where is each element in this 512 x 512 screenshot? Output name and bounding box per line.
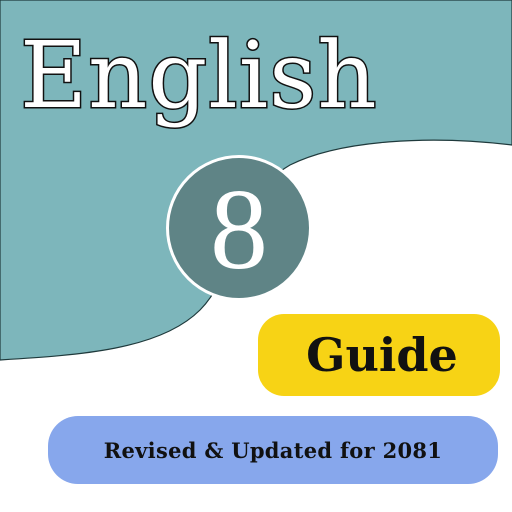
grade-circle: 8 (166, 155, 312, 301)
subtitle-label: Revised & Updated for 2081 (103, 437, 443, 463)
cover-canvas: English 8 Guide Revised & Updated for 20… (0, 0, 512, 512)
guide-label: Guide (306, 328, 458, 382)
guide-badge: Guide (258, 314, 500, 396)
subtitle-banner: Revised & Updated for 2081 (48, 416, 498, 484)
book-title: English (19, 22, 379, 129)
grade-number: 8 (210, 166, 268, 294)
